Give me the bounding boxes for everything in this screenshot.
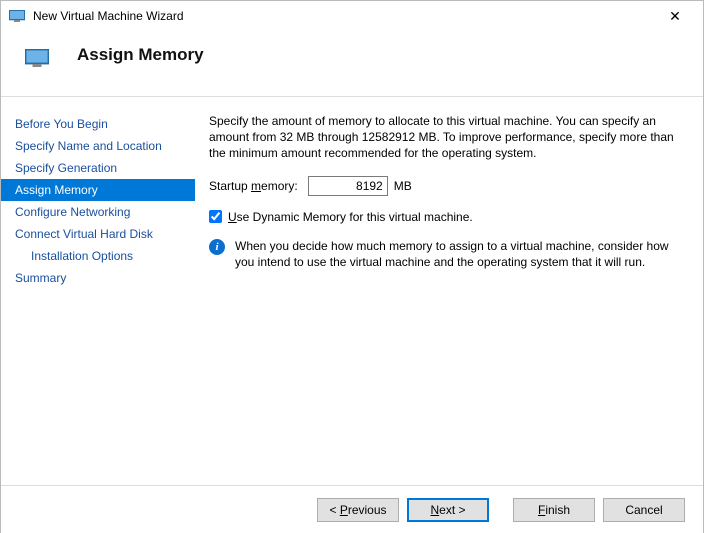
startup-memory-label: Startup memory:	[209, 179, 298, 193]
step-summary[interactable]: Summary	[1, 267, 195, 289]
wizard-steps: Before You Begin Specify Name and Locati…	[1, 97, 195, 485]
window-title: New Virtual Machine Wizard	[33, 9, 655, 23]
previous-button[interactable]: < Previous	[317, 498, 399, 522]
cancel-button[interactable]: Cancel	[603, 498, 685, 522]
dynamic-memory-row: Use Dynamic Memory for this virtual mach…	[209, 210, 683, 224]
wizard-footer: < Previous Next > Finish Cancel	[1, 485, 703, 533]
step-specify-name-location[interactable]: Specify Name and Location	[1, 135, 195, 157]
wizard-body: Before You Begin Specify Name and Locati…	[1, 97, 703, 485]
finish-button[interactable]: Finish	[513, 498, 595, 522]
step-before-you-begin[interactable]: Before You Begin	[1, 113, 195, 135]
next-button[interactable]: Next >	[407, 498, 489, 522]
step-assign-memory[interactable]: Assign Memory	[1, 179, 195, 201]
close-button[interactable]: ✕	[655, 2, 695, 30]
info-text: When you decide how much memory to assig…	[235, 238, 683, 270]
dynamic-memory-checkbox[interactable]	[209, 210, 222, 223]
page-title: Assign Memory	[77, 45, 204, 65]
app-icon	[9, 10, 25, 22]
header-icon	[25, 49, 49, 67]
step-connect-vhd[interactable]: Connect Virtual Hard Disk	[1, 223, 195, 245]
step-configure-networking[interactable]: Configure Networking	[1, 201, 195, 223]
dynamic-memory-label[interactable]: Use Dynamic Memory for this virtual mach…	[228, 210, 473, 224]
memory-unit: MB	[394, 179, 412, 193]
step-specify-generation[interactable]: Specify Generation	[1, 157, 195, 179]
description-text: Specify the amount of memory to allocate…	[209, 113, 683, 162]
content-pane: Specify the amount of memory to allocate…	[195, 97, 703, 485]
wizard-header: Assign Memory	[1, 31, 703, 97]
titlebar: New Virtual Machine Wizard ✕	[1, 1, 703, 31]
step-installation-options[interactable]: Installation Options	[1, 245, 195, 267]
info-row: i When you decide how much memory to ass…	[209, 238, 683, 270]
startup-memory-input[interactable]	[308, 176, 388, 196]
startup-memory-row: Startup memory: MB	[209, 176, 683, 196]
info-icon: i	[209, 239, 225, 255]
